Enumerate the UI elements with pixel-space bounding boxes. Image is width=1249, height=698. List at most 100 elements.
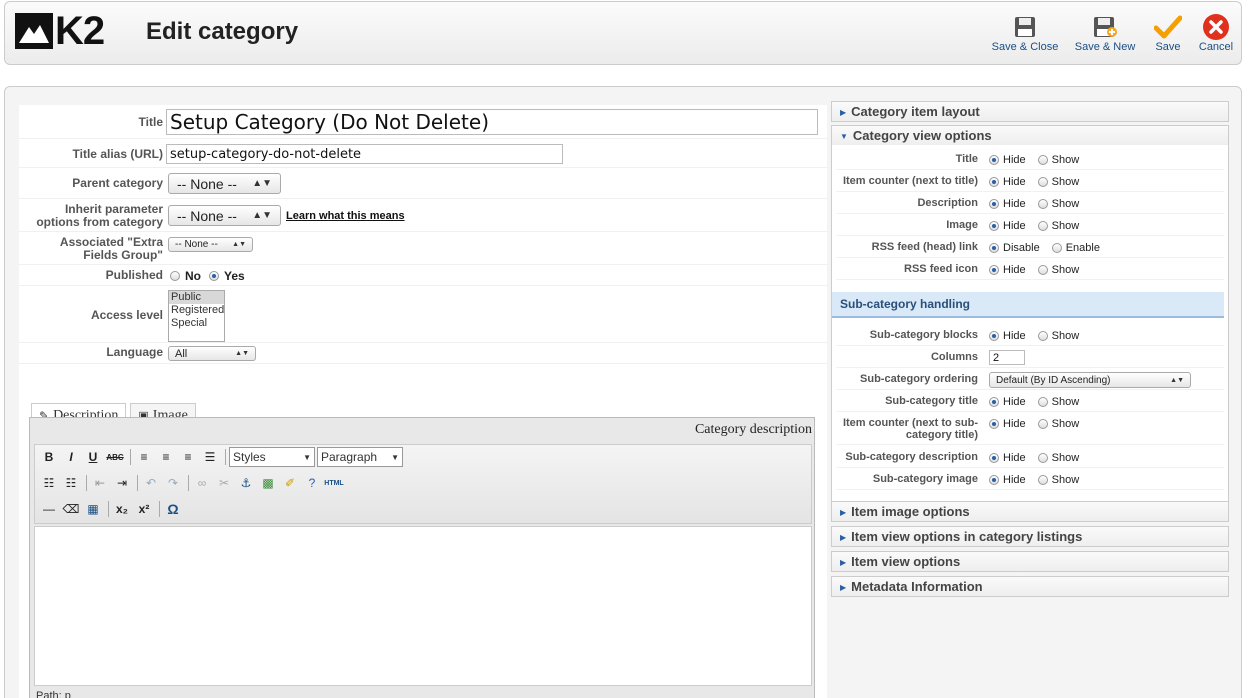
option-radios: Hide Show <box>989 220 1091 232</box>
published-yes-radio[interactable] <box>209 271 219 281</box>
radio-hide[interactable]: Hide <box>989 264 1026 276</box>
access-label: Access level <box>90 308 163 322</box>
radio-show[interactable]: Show <box>1037 452 1079 464</box>
alias-input[interactable]: setup-category-do-not-delete <box>166 144 563 164</box>
strikethrough-icon[interactable]: ABC <box>105 447 125 467</box>
radio-show[interactable]: Show <box>1037 474 1079 486</box>
accordion-item-view-options[interactable]: ▶ Item view options <box>831 551 1229 572</box>
dropdown-arrow-icon: ▼ <box>303 452 311 462</box>
option-radios: Hide Show <box>989 264 1091 276</box>
access-option-special[interactable]: Special <box>169 317 224 330</box>
radio-show[interactable]: Show <box>1037 198 1079 210</box>
access-row: Access level Public Registered Special <box>19 287 827 343</box>
format-select[interactable]: Paragraph ▼ <box>317 447 403 467</box>
access-option-registered[interactable]: Registered <box>169 304 224 317</box>
accordion-category-view-options[interactable]: ▼ Category view options <box>831 125 1229 146</box>
extra-fields-select[interactable]: -- None -- ▲▼ <box>168 237 253 252</box>
radio-hide[interactable]: Hide <box>989 418 1026 430</box>
unlink-icon[interactable]: ✂ <box>214 473 234 493</box>
indent-icon[interactable]: ⇥ <box>112 473 132 493</box>
italic-icon[interactable]: I <box>61 447 81 467</box>
editor-content-area[interactable] <box>34 526 812 686</box>
horizontal-rule-icon[interactable]: — <box>39 499 59 519</box>
radio-show[interactable]: Show <box>1037 220 1079 232</box>
save-button[interactable]: Save <box>1151 13 1185 53</box>
save-close-button[interactable]: Save & Close <box>991 13 1059 53</box>
anchor-icon[interactable]: ⚓ <box>236 473 256 493</box>
learn-more-link[interactable]: Learn what this means <box>286 210 405 222</box>
bullet-list-icon[interactable]: ☷ <box>39 473 59 493</box>
radio-hide[interactable]: Hide <box>989 474 1026 486</box>
option-radios: Hide Show <box>989 396 1091 408</box>
align-center-icon[interactable]: ≡ <box>156 447 176 467</box>
radio-disable[interactable]: Disable <box>989 242 1040 254</box>
styles-select[interactable]: Styles ▼ <box>229 447 315 467</box>
checkmark-icon <box>1151 13 1185 41</box>
accordion-item-view-listings[interactable]: ▶ Item view options in category listings <box>831 526 1229 547</box>
numbered-list-icon[interactable]: ☷ <box>61 473 81 493</box>
inherit-select[interactable]: -- None -- ▲▼ <box>168 205 281 226</box>
radio-show[interactable]: Show <box>1037 418 1079 430</box>
remove-format-icon[interactable]: ⌫ <box>61 499 81 519</box>
format-value: Paragraph <box>321 450 378 464</box>
accordion-item-image-options[interactable]: ▶ Item image options <box>831 501 1229 522</box>
undo-icon[interactable]: ↶ <box>141 473 161 493</box>
accordion-category-item-layout[interactable]: ▶ Category item layout <box>831 101 1229 122</box>
accordion-label: Category item layout <box>851 104 980 119</box>
language-select[interactable]: All ▲▼ <box>168 346 256 361</box>
align-right-icon[interactable]: ≡ <box>178 447 198 467</box>
radio-enable[interactable]: Enable <box>1051 242 1100 254</box>
option-radios: Hide Show <box>989 198 1091 210</box>
triangle-right-icon: ▶ <box>840 507 847 517</box>
parent-row: Parent category -- None -- ▲▼ <box>19 169 827 199</box>
ordering-select[interactable]: Default (By ID Ascending) ▲▼ <box>989 372 1191 388</box>
radio-hide[interactable]: Hide <box>989 220 1026 232</box>
help-icon[interactable]: ? <box>302 473 322 493</box>
cancel-icon <box>1197 13 1235 41</box>
title-input[interactable]: Setup Category (Do Not Delete) <box>166 109 818 135</box>
radio-hide[interactable]: Hide <box>989 396 1026 408</box>
parent-select[interactable]: -- None -- ▲▼ <box>168 173 281 194</box>
table-icon[interactable]: ▦ <box>83 499 103 519</box>
access-listbox[interactable]: Public Registered Special <box>168 290 225 342</box>
radio-show[interactable]: Show <box>1037 154 1079 166</box>
radio-show[interactable]: Show <box>1037 330 1079 342</box>
title-label: Title <box>138 115 163 129</box>
radio-hide[interactable]: Hide <box>989 198 1026 210</box>
radio-hide[interactable]: Hide <box>989 330 1026 342</box>
redo-icon[interactable]: ↷ <box>163 473 183 493</box>
radio-show[interactable]: Show <box>1037 396 1079 408</box>
option-row-description: Description Hide Show <box>836 193 1224 214</box>
parent-label: Parent category <box>72 176 163 190</box>
separator <box>108 501 109 517</box>
columns-input[interactable]: 2 <box>989 350 1025 365</box>
underline-icon[interactable]: U <box>83 447 103 467</box>
align-left-icon[interactable]: ≡ <box>134 447 154 467</box>
radio-show[interactable]: Show <box>1037 176 1079 188</box>
radio-hide[interactable]: Hide <box>989 452 1026 464</box>
save-new-label: Save & New <box>1074 41 1136 53</box>
cancel-button[interactable]: Cancel <box>1197 13 1235 53</box>
align-justify-icon[interactable]: ☰ <box>200 447 220 467</box>
option-row-rss-link: RSS feed (head) link Disable Enable <box>836 237 1224 258</box>
option-row-sub-image: Sub-category image Hide Show <box>836 469 1224 490</box>
link-icon[interactable]: ∞ <box>192 473 212 493</box>
published-no-radio[interactable] <box>170 271 180 281</box>
insert-image-icon[interactable]: ▩ <box>258 473 278 493</box>
radio-hide[interactable]: Hide <box>989 176 1026 188</box>
html-icon[interactable]: HTML <box>324 473 344 493</box>
k2-logo: K2 <box>15 11 105 51</box>
bold-icon[interactable]: B <box>39 447 59 467</box>
superscript-icon[interactable]: x² <box>134 499 154 519</box>
save-new-button[interactable]: Save & New <box>1073 13 1137 53</box>
save-close-label: Save & Close <box>991 41 1059 53</box>
option-row-columns: Columns 2 <box>836 347 1224 368</box>
outdent-icon[interactable]: ⇤ <box>90 473 110 493</box>
accordion-metadata[interactable]: ▶ Metadata Information <box>831 576 1229 597</box>
special-char-icon[interactable]: Ω <box>163 499 183 519</box>
radio-show[interactable]: Show <box>1037 264 1079 276</box>
access-option-public[interactable]: Public <box>169 291 224 304</box>
cleanup-icon[interactable]: ✐ <box>280 473 300 493</box>
subscript-icon[interactable]: x₂ <box>112 499 132 519</box>
radio-hide[interactable]: Hide <box>989 154 1026 166</box>
